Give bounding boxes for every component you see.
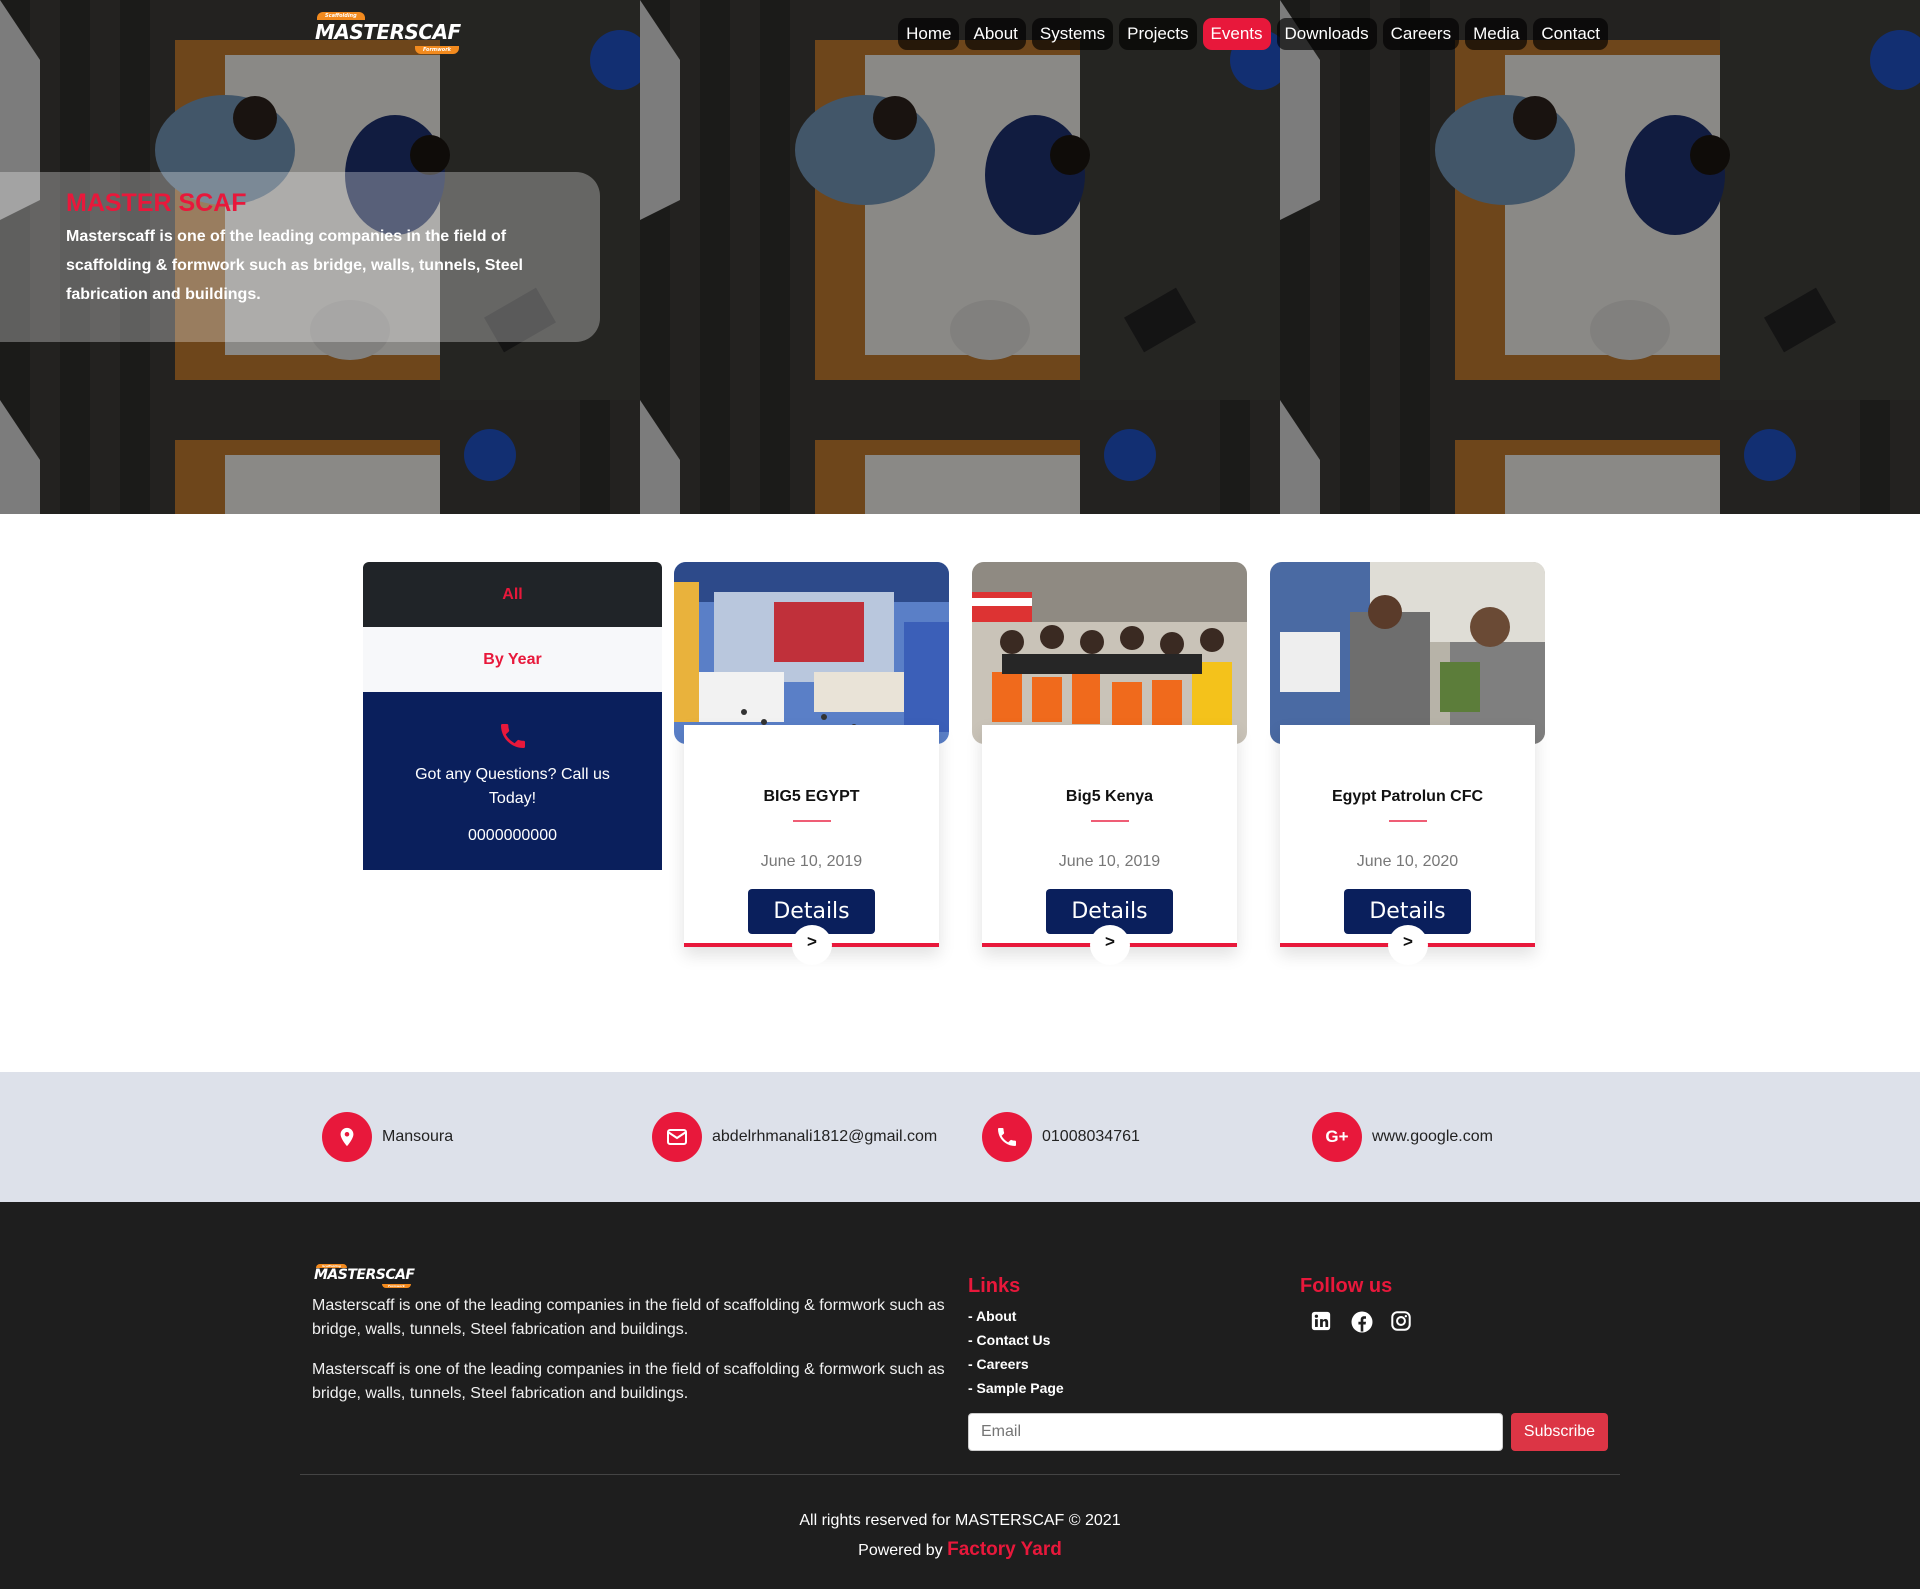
event-info-card: Egypt Patrolun CFC June 10, 2020 Details… [1280,725,1535,965]
subscribe-button[interactable]: Subscribe [1511,1413,1608,1451]
filter-by-year-tab[interactable]: By Year [363,627,662,692]
footer-link-about[interactable]: - About [968,1304,1064,1328]
nav-home[interactable]: Home [898,18,960,50]
powered-by-prefix: Powered by [858,1542,943,1559]
event-title: Egypt Patrolun CFC [1331,788,1484,805]
event-photo [674,562,949,744]
footer-follow: Follow us [1300,1275,1416,1336]
hero-title: MASTER SCAF [66,189,247,217]
footer-copyright: All rights reserved for MASTERSCAF © 202… [0,1506,1920,1565]
call-us-text: Got any Questions? Call us Today! [415,766,610,807]
location-text: Mansoura [382,1128,454,1145]
footer-links-title: Links [968,1275,1021,1297]
events-filter-sidebar: All By Year Got any Questions? Call us T… [363,562,662,870]
event-title: Big5 Kenya [1065,788,1154,805]
nav-systems[interactable]: Systems [1031,18,1114,50]
nav-projects[interactable]: Projects [1119,18,1197,50]
contact-info-strip: Mansoura abdelrhmanali1812@gmail.com 010… [0,1072,1920,1202]
copyright-text: All rights reserved for MASTERSCAF © 202… [799,1512,1121,1529]
contact-email: abdelrhmanali1812@gmail.com [652,1112,937,1162]
hero-intro-card: MASTER SCAF Masterscaff is one of the le… [0,172,600,342]
event-arrow-button[interactable]: > [1090,925,1130,965]
footer-divider [300,1474,1620,1475]
event-arrow-button[interactable]: > [792,925,832,965]
event-info-card: BIG5 EGYPT June 10, 2019 Details > [684,725,939,965]
event-card: Egypt Patrolun CFC June 10, 2020 Details… [1270,562,1545,1000]
google-plus-icon: G+ [1312,1112,1362,1162]
event-photo [1270,562,1545,744]
event-photo [972,562,1247,744]
contact-website: G+ www.google.com [1312,1112,1493,1162]
hero-banner: Scaffolding MASTERSCAF Formwork Home Abo… [0,0,1920,514]
contact-phone: 01008034761 [982,1112,1140,1162]
event-info-card: Big5 Kenya June 10, 2019 Details > [982,725,1237,965]
footer-about-text: Masterscaff is one of the leading compan… [312,1297,945,1338]
nav-about[interactable]: About [965,18,1026,50]
nav-media[interactable]: Media [1465,18,1528,50]
nav-careers[interactable]: Careers [1382,18,1460,50]
contact-location: Mansoura [322,1112,453,1162]
filter-all-tab[interactable]: All [363,562,662,627]
phone-icon [982,1112,1032,1162]
phone-text[interactable]: 01008034761 [1042,1128,1140,1146]
nav-downloads[interactable]: Downloads [1276,18,1377,50]
nav-contact[interactable]: Contact [1533,18,1608,50]
call-us-phone[interactable]: 0000000000 [363,827,662,845]
instagram-icon[interactable] [1390,1310,1416,1336]
site-footer: Scaffolding MASTERSCAF Formwork Mastersc… [0,1202,1920,1589]
powered-by-link[interactable]: Factory Yard [947,1539,1062,1560]
social-icons [1310,1310,1416,1336]
footer-link-contact-us[interactable]: - Contact Us [968,1328,1064,1352]
main-nav: Home About Systems Projects Events Downl… [898,18,1608,50]
event-date: June 10, 2020 [1356,853,1459,870]
envelope-icon [652,1112,702,1162]
title-divider [1388,820,1427,822]
footer-link-careers[interactable]: - Careers [968,1352,1064,1376]
footer-link-sample-page[interactable]: - Sample Page [968,1376,1064,1400]
powered-by: Powered by Factory Yard [0,1535,1920,1565]
footer-about: Scaffolding MASTERSCAF Formwork Mastersc… [312,1264,952,1422]
logo-wordmark: MASTERSCAF [314,1267,415,1283]
header-logo[interactable]: Scaffolding MASTERSCAF Formwork [315,12,461,56]
website-text[interactable]: www.google.com [1372,1128,1493,1146]
event-date: June 10, 2019 [1058,853,1161,870]
phone-icon [497,720,529,752]
nav-events[interactable]: Events [1202,18,1271,50]
event-card: BIG5 EGYPT June 10, 2019 Details > [674,562,949,1000]
linkedin-icon[interactable] [1310,1310,1336,1336]
email-text[interactable]: abdelrhmanali1812@gmail.com [712,1128,937,1146]
facebook-icon[interactable] [1350,1310,1376,1336]
logo-tag-top: Scaffolding [317,12,365,20]
call-us-box: Got any Questions? Call us Today! 000000… [363,692,662,870]
footer-follow-title: Follow us [1300,1275,1393,1297]
footer-links: Links - About - Contact Us - Careers - S… [968,1275,1064,1400]
location-pin-icon [322,1112,372,1162]
logo-tag-bottom: Formwork [415,46,459,54]
newsletter-form: Subscribe [968,1413,1608,1451]
email-input[interactable] [968,1413,1503,1451]
event-title: BIG5 EGYPT [763,788,860,805]
hero-text: Masterscaff is one of the leading compan… [66,228,523,303]
logo-tag-bottom: Formwork [382,1284,411,1288]
event-date: June 10, 2019 [760,853,863,870]
footer-logo[interactable]: Scaffolding MASTERSCAF Formwork [314,1264,415,1290]
event-arrow-button[interactable]: > [1388,925,1428,965]
title-divider [1090,820,1129,822]
event-card: Big5 Kenya June 10, 2019 Details > [972,562,1247,1000]
title-divider [792,820,831,822]
footer-about-text: Masterscaff is one of the leading compan… [312,1361,945,1402]
logo-wordmark: MASTERSCAF [315,20,461,44]
